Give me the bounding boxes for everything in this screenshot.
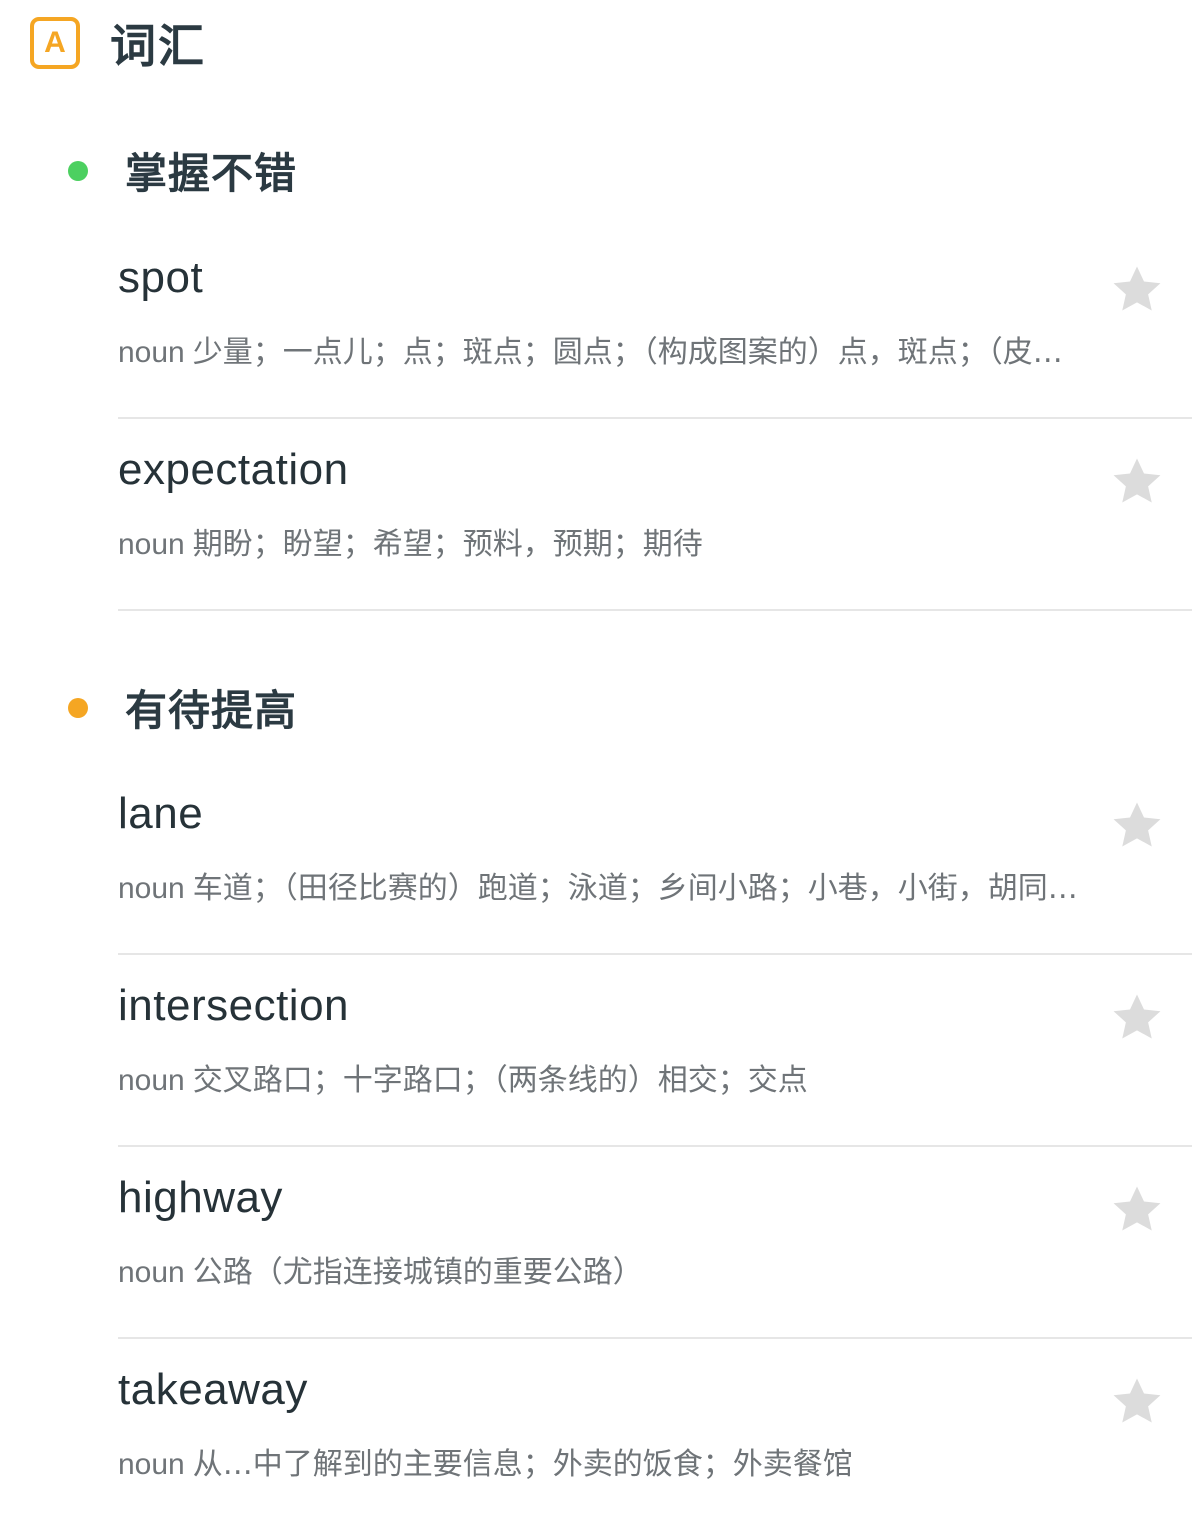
star-icon[interactable] bbox=[1108, 453, 1166, 511]
word-list-item[interactable]: takeaway noun 从…中了解到的主要信息；外卖的饭食；外卖餐馆 bbox=[118, 1339, 1192, 1531]
word-definition: noun 期盼；盼望；希望；预料，预期；期待 bbox=[118, 519, 1093, 563]
part-of-speech: noun bbox=[118, 1064, 185, 1097]
section-title: 有待提高 bbox=[125, 686, 298, 735]
word-definition: noun 车道；（田径比赛的）跑道；泳道；乡间小路；小巷，小街，胡同… bbox=[118, 863, 1093, 907]
page-title: 词汇 bbox=[110, 19, 206, 73]
word-list-item[interactable]: spot noun 少量；一点儿；点；斑点；圆点；（构成图案的）点，斑点；（皮… bbox=[118, 227, 1192, 419]
star-icon[interactable] bbox=[1108, 1181, 1166, 1239]
word-title: expectation bbox=[118, 445, 349, 494]
word-title: takeaway bbox=[118, 1365, 308, 1414]
section-header: 掌握不错 bbox=[68, 140, 297, 201]
section-header: 有待提高 bbox=[68, 677, 297, 738]
definition-text: 车道；（田径比赛的）跑道；泳道；乡间小路；小巷，小街，胡同… bbox=[192, 871, 1078, 906]
word-definition: noun 公路（尤指连接城镇的重要公路） bbox=[118, 1247, 1093, 1291]
word-definition: noun 从…中了解到的主要信息；外卖的饭食；外卖餐馆 bbox=[118, 1439, 1093, 1483]
star-icon[interactable] bbox=[1108, 797, 1166, 855]
definition-text: 公路（尤指连接城镇的重要公路） bbox=[192, 1255, 643, 1290]
part-of-speech: noun bbox=[118, 528, 185, 561]
word-title: spot bbox=[118, 253, 204, 302]
star-icon[interactable] bbox=[1108, 261, 1166, 319]
definition-text: 少量；一点儿；点；斑点；圆点；（构成图案的）点，斑点；（皮… bbox=[192, 335, 1063, 370]
word-title: highway bbox=[118, 1173, 283, 1222]
part-of-speech: noun bbox=[118, 336, 185, 369]
vocabulary-icon: A bbox=[30, 17, 80, 69]
definition-text: 交叉路口；十字路口；（两条线的）相交；交点 bbox=[192, 1063, 808, 1098]
word-definition: noun 交叉路口；十字路口；（两条线的）相交；交点 bbox=[118, 1055, 1093, 1099]
page-header: A 词汇 bbox=[30, 10, 206, 76]
definition-text: 从…中了解到的主要信息；外卖的饭食；外卖餐馆 bbox=[192, 1447, 853, 1482]
word-list-item[interactable]: highway noun 公路（尤指连接城镇的重要公路） bbox=[118, 1147, 1192, 1339]
section-title: 掌握不错 bbox=[125, 149, 298, 198]
word-title: intersection bbox=[118, 981, 350, 1030]
part-of-speech: noun bbox=[118, 1256, 185, 1289]
status-dot-orange bbox=[68, 697, 88, 718]
divider bbox=[118, 609, 1192, 611]
part-of-speech: noun bbox=[118, 1448, 185, 1481]
word-list-item[interactable]: intersection noun 交叉路口；十字路口；（两条线的）相交；交点 bbox=[118, 955, 1192, 1147]
word-title: lane bbox=[118, 789, 204, 838]
status-dot-green bbox=[68, 160, 88, 181]
definition-text: 期盼；盼望；希望；预料，预期；期待 bbox=[192, 527, 703, 562]
star-icon[interactable] bbox=[1108, 989, 1166, 1047]
word-definition: noun 少量；一点儿；点；斑点；圆点；（构成图案的）点，斑点；（皮… bbox=[118, 327, 1093, 371]
word-list-item[interactable]: lane noun 车道；（田径比赛的）跑道；泳道；乡间小路；小巷，小街，胡同… bbox=[118, 763, 1192, 955]
star-icon[interactable] bbox=[1108, 1373, 1166, 1431]
part-of-speech: noun bbox=[118, 872, 185, 905]
word-list-item[interactable]: expectation noun 期盼；盼望；希望；预料，预期；期待 bbox=[118, 419, 1192, 611]
